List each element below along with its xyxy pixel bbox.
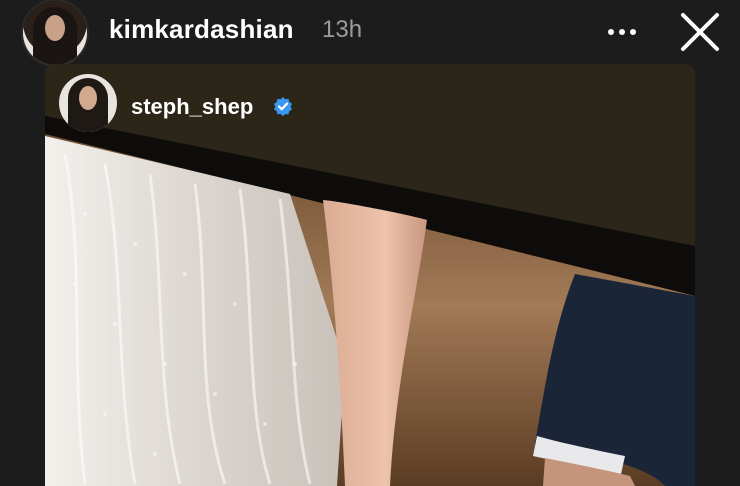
more-dot (630, 29, 636, 35)
avatar-face (45, 15, 65, 41)
story-header: kimkardashian 13h (0, 0, 740, 65)
story-username[interactable]: kimkardashian (109, 14, 294, 45)
reshare-username[interactable]: steph_shep (131, 94, 253, 120)
reshare-avatar[interactable] (59, 74, 117, 132)
more-horizontal-icon (608, 29, 614, 35)
profile-avatar[interactable] (23, 1, 87, 65)
verified-badge-icon (274, 97, 292, 116)
story-photo[interactable] (45, 64, 695, 486)
reshare-avatar-face (79, 86, 97, 110)
close-icon[interactable] (678, 10, 722, 54)
story-timestamp: 13h (322, 16, 363, 43)
photo-scene (45, 64, 695, 486)
more-options-button[interactable] (600, 20, 644, 44)
more-dot (619, 29, 625, 35)
